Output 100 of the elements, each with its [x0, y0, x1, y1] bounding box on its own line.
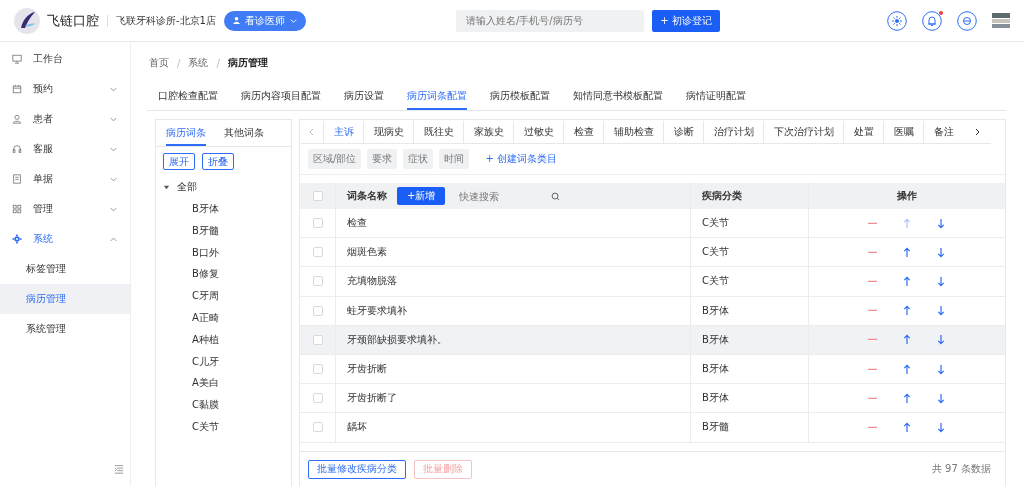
tab[interactable]: 其他词条	[224, 122, 264, 146]
sidebar-item[interactable]: 客服	[0, 134, 130, 164]
expand-button[interactable]: 展开	[163, 153, 195, 170]
tab[interactable]: 病历设置	[344, 84, 384, 110]
sidebar-subitem[interactable]: 标签管理	[0, 254, 130, 284]
table-row[interactable]: 烟斑色素 C关节	[300, 238, 1005, 268]
tree-item[interactable]: B牙髓	[156, 219, 291, 242]
minus-icon[interactable]	[868, 425, 877, 429]
minus-icon[interactable]	[868, 396, 877, 400]
role-dropdown[interactable]: 看诊医师	[224, 10, 306, 31]
tab[interactable]: 主诉	[323, 121, 363, 143]
tab[interactable]: 病历内容项目配置	[241, 84, 321, 110]
tree-item[interactable]: C儿牙	[156, 350, 291, 373]
tab[interactable]: 口腔检查配置	[158, 84, 218, 110]
batch-edit-button[interactable]: 批量修改疾病分类	[308, 459, 406, 479]
quick-search-field[interactable]: 快速搜索	[457, 189, 552, 203]
tab[interactable]: 病情证明配置	[686, 84, 746, 110]
register-button[interactable]: + 初诊登记	[652, 9, 720, 32]
tab[interactable]: 现病史	[363, 121, 413, 143]
sidebar-item[interactable]: 患者	[0, 104, 130, 134]
tab[interactable]: 病历词条	[166, 122, 206, 146]
checkbox[interactable]	[312, 393, 323, 404]
tab[interactable]: 既往史	[413, 121, 463, 143]
tree-item[interactable]: C关节	[156, 415, 291, 438]
up-arrow-icon[interactable]	[903, 275, 911, 287]
bell-icon[interactable]	[922, 10, 942, 31]
minus-icon[interactable]	[868, 221, 877, 225]
sidebar-item[interactable]: 预约	[0, 74, 130, 104]
down-arrow-icon[interactable]	[937, 421, 945, 433]
tree-item[interactable]: B牙体	[156, 198, 291, 220]
table-row[interactable]: 牙齿折断了 B牙体	[300, 384, 1005, 414]
breadcrumb-item[interactable]: 首页	[149, 56, 169, 70]
create-category-link[interactable]: + 创建词条类目	[485, 152, 557, 166]
sidebar-item[interactable]: 工作台	[0, 44, 130, 74]
up-arrow-icon[interactable]	[903, 305, 911, 317]
tab[interactable]: 医嘱	[883, 121, 923, 143]
up-arrow-icon[interactable]	[903, 334, 911, 346]
tree-item[interactable]: B口外	[156, 241, 291, 264]
caret-icon[interactable]	[163, 183, 170, 191]
add-button[interactable]: +新增	[397, 187, 446, 205]
sun-icon[interactable]	[887, 10, 907, 31]
minus-icon[interactable]	[868, 309, 877, 313]
up-arrow-icon[interactable]	[903, 363, 911, 375]
tab[interactable]: 病历词条配置	[407, 84, 467, 110]
tab[interactable]: 备注	[923, 121, 963, 143]
minus-icon[interactable]	[868, 367, 877, 371]
minus-icon[interactable]	[868, 338, 877, 342]
down-arrow-icon[interactable]	[937, 246, 945, 258]
sidebar-item[interactable]: 系统	[0, 224, 130, 254]
tree-item[interactable]: A正畸	[156, 307, 291, 329]
table-row[interactable]: 牙齿折断 B牙体	[300, 354, 1005, 385]
checkbox[interactable]	[312, 276, 323, 287]
down-arrow-icon[interactable]	[937, 275, 945, 287]
down-arrow-icon[interactable]	[937, 217, 945, 229]
table-row[interactable]: 充填物脱落 C关节	[300, 267, 1005, 297]
down-arrow-icon[interactable]	[937, 305, 945, 317]
tab[interactable]: 过敏史	[513, 121, 563, 143]
tree-item[interactable]: C牙周	[156, 285, 291, 307]
tab[interactable]: 辅助检查	[603, 121, 663, 143]
down-arrow-icon[interactable]	[937, 363, 945, 375]
table-row[interactable]: 检查 C关节	[300, 209, 1005, 239]
tab[interactable]: 知情同意书模板配置	[573, 84, 663, 110]
tree-item[interactable]: A美白	[156, 372, 291, 395]
tree-item[interactable]: 全部	[177, 180, 197, 194]
table-row[interactable]: 蛀牙要求填补 B牙体	[300, 296, 1005, 326]
sidebar-item[interactable]: 单据	[0, 164, 130, 194]
sidebar-item[interactable]: 管理	[0, 194, 130, 224]
checkbox[interactable]	[312, 422, 323, 433]
tab[interactable]: 诊断	[663, 121, 703, 143]
category-chip[interactable]: 区域/部位	[308, 149, 362, 169]
minus-icon[interactable]	[868, 279, 877, 283]
tab[interactable]: 下次治疗计划	[763, 121, 843, 143]
up-arrow-icon[interactable]	[903, 392, 911, 404]
down-arrow-icon[interactable]	[937, 334, 945, 346]
category-chip[interactable]: 症状	[403, 149, 434, 169]
checkbox[interactable]	[312, 247, 323, 258]
checkbox[interactable]	[312, 218, 323, 229]
minus-icon[interactable]	[868, 250, 877, 254]
sidebar-subitem[interactable]: 病历管理	[0, 284, 130, 314]
category-chip[interactable]: 要求	[367, 149, 398, 169]
tab[interactable]: 处置	[843, 121, 883, 143]
tab[interactable]: 病历模板配置	[490, 84, 550, 110]
table-row[interactable]: 牙颈部缺损要求填补。 B牙体	[300, 325, 1005, 355]
checkbox[interactable]	[312, 364, 323, 375]
down-arrow-icon[interactable]	[937, 392, 945, 404]
tab[interactable]: 家族史	[463, 121, 513, 143]
tab[interactable]: 检查	[563, 121, 603, 143]
category-chip[interactable]: 时间	[439, 149, 470, 169]
sidebar-subitem[interactable]: 系统管理	[0, 314, 130, 344]
collapse-icon[interactable]	[114, 464, 124, 474]
tree-item[interactable]: A种植	[156, 328, 291, 351]
search-field[interactable]: 请输入姓名/手机号/病历号	[456, 9, 644, 32]
up-arrow-icon[interactable]	[903, 421, 911, 433]
tree-item[interactable]: C黏膜	[156, 394, 291, 416]
breadcrumb-item[interactable]: 系统	[188, 56, 209, 70]
checkbox[interactable]	[312, 334, 323, 345]
checkbox[interactable]	[312, 305, 323, 316]
tab[interactable]: 治疗计划	[703, 121, 763, 143]
tree-item[interactable]: B修复	[156, 263, 291, 286]
table-row[interactable]: 龋坏 B牙髓	[300, 413, 1005, 443]
